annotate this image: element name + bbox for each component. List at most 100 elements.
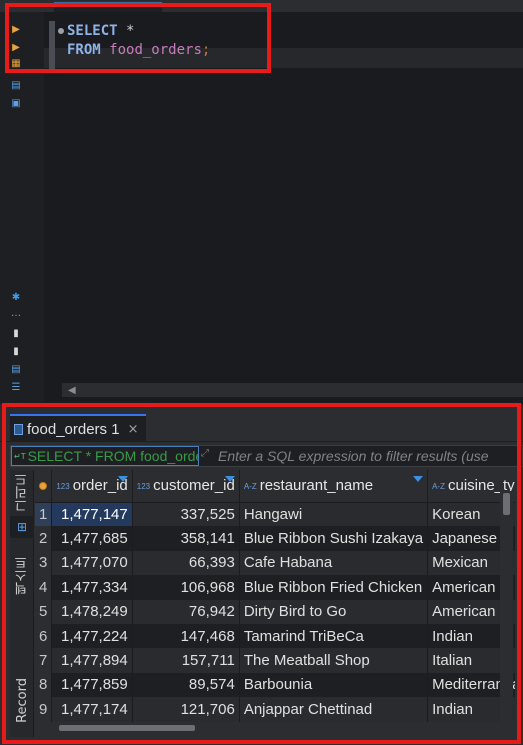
select-all-corner[interactable] bbox=[35, 470, 53, 503]
table-identifier: food_orders bbox=[109, 42, 202, 58]
row-number[interactable]: 4 bbox=[35, 575, 53, 600]
record-label: Record bbox=[14, 677, 30, 723]
cell-order-id[interactable]: 1,477,685 bbox=[51, 526, 133, 551]
table-row[interactable]: 5 1,478,249 76,942 Dirty Bird to Go Amer… bbox=[35, 599, 515, 624]
cell-customer-id[interactable]: 337,525 bbox=[132, 502, 240, 527]
horizontal-scroll-thumb[interactable] bbox=[59, 725, 195, 731]
cell-restaurant-name[interactable]: Barbounia bbox=[239, 672, 429, 698]
cell-customer-id[interactable]: 106,968 bbox=[132, 575, 240, 600]
grid-horizontal-scrollbar[interactable] bbox=[35, 722, 500, 734]
cell-customer-id[interactable]: 76,942 bbox=[132, 599, 240, 624]
tab-record-view[interactable]: Record bbox=[10, 670, 34, 730]
cell-customer-id[interactable]: 147,468 bbox=[132, 623, 240, 649]
grid-icon: ⊞ bbox=[16, 520, 28, 534]
expand-icon[interactable]: ⤢ bbox=[201, 448, 209, 459]
cell-restaurant-name[interactable]: Anjappar Chettinad bbox=[239, 697, 429, 722]
table-row[interactable]: 4 1,477,334 106,968 Blue Ribbon Fried Ch… bbox=[35, 575, 515, 600]
row-number[interactable]: 5 bbox=[35, 599, 53, 624]
editor-tab[interactable] bbox=[54, 2, 162, 12]
vertical-scroll-thumb[interactable] bbox=[503, 493, 510, 515]
table-row[interactable]: 7 1,477,894 157,711 The Meatball Shop It… bbox=[35, 648, 515, 673]
cell-restaurant-name[interactable]: Blue Ribbon Sushi Izakaya bbox=[239, 526, 429, 551]
from-keyword: FROM bbox=[67, 42, 101, 58]
filter-expression-input[interactable] bbox=[218, 446, 523, 466]
execute-script-icon[interactable]: ▦ bbox=[10, 58, 22, 70]
sort-arrow-icon[interactable] bbox=[413, 476, 424, 482]
filter-query-text: SELECT * FROM food_orders bbox=[27, 448, 199, 464]
editor-horizontal-scrollbar[interactable]: ◀ bbox=[62, 383, 523, 397]
execute-in-new-tab-icon[interactable]: ▶ bbox=[10, 42, 22, 54]
grid-vertical-scrollbar[interactable] bbox=[500, 491, 513, 722]
grid-view-icon-button[interactable]: ⊞ bbox=[10, 516, 34, 538]
row-number[interactable]: 1 bbox=[35, 502, 53, 527]
cell-customer-id[interactable]: 358,141 bbox=[132, 526, 240, 551]
cell-restaurant-name[interactable]: Blue Ribbon Fried Chicken bbox=[239, 575, 429, 600]
cell-customer-id[interactable]: 121,706 bbox=[132, 697, 240, 722]
cell-order-id[interactable]: 1,477,070 bbox=[51, 550, 133, 576]
table-row[interactable]: 8 1,477,859 89,574 Barbounia Mediterrane… bbox=[35, 672, 515, 698]
row-number[interactable]: 3 bbox=[35, 550, 53, 576]
console-icon[interactable]: ▣ bbox=[10, 98, 22, 110]
code-line-1[interactable]: SELECT * bbox=[67, 22, 134, 40]
sort-arrow-icon[interactable] bbox=[224, 476, 235, 482]
cell-restaurant-name[interactable]: Hangawi bbox=[239, 502, 429, 527]
cell-customer-id[interactable]: 89,574 bbox=[132, 672, 240, 698]
filter-history-dropdown[interactable]: ↵T SELECT * FROM food_orders bbox=[11, 446, 199, 466]
cell-customer-id[interactable]: 66,393 bbox=[132, 550, 240, 576]
close-icon[interactable]: × bbox=[128, 422, 139, 437]
table-row[interactable]: 1 1,477,147 337,525 Hangawi Korean bbox=[35, 502, 515, 527]
row-number[interactable]: 2 bbox=[35, 526, 53, 551]
more-icon[interactable]: … bbox=[10, 308, 22, 320]
table-row[interactable]: 9 1,477,174 121,706 Anjappar Chettinad I… bbox=[35, 697, 515, 722]
results-table: 123 order_id 123 customer_id A-Z restaurant… bbox=[35, 470, 515, 722]
format-sql-icon[interactable]: ▤ bbox=[10, 364, 22, 376]
select-star: * bbox=[117, 23, 135, 39]
results-grid[interactable]: 123 order_id 123 customer_id A-Z restaurant… bbox=[35, 470, 515, 722]
tab-food-orders-1[interactable]: food_orders 1 × bbox=[10, 414, 147, 442]
column-header-restaurant-name[interactable]: A-Z restaurant_name bbox=[239, 470, 429, 503]
scroll-left-arrow-icon[interactable]: ◀ bbox=[68, 385, 76, 396]
new-script-icon[interactable]: ▮ bbox=[10, 328, 22, 340]
row-number[interactable]: 8 bbox=[35, 672, 53, 698]
export-icon[interactable]: ▮ bbox=[10, 346, 22, 358]
tab-text-view[interactable]: 텍스트 bbox=[10, 544, 34, 606]
table-row[interactable]: 2 1,477,685 358,141 Blue Ribbon Sushi Iz… bbox=[35, 526, 515, 551]
statement-selection-marker bbox=[49, 21, 55, 69]
cell-restaurant-name[interactable]: Dirty Bird to Go bbox=[239, 599, 429, 624]
explain-plan-icon[interactable]: ▤ bbox=[10, 80, 22, 92]
cell-order-id[interactable]: 1,477,147 bbox=[51, 502, 133, 527]
column-header-customer-id[interactable]: 123 customer_id bbox=[132, 470, 240, 503]
row-number[interactable]: 6 bbox=[35, 623, 53, 649]
table-row[interactable]: 6 1,477,224 147,468 Tamarind TriBeCa Ind… bbox=[35, 623, 515, 649]
execute-statement-icon[interactable]: ▶ bbox=[10, 24, 22, 36]
cell-order-id[interactable]: 1,477,334 bbox=[51, 575, 133, 600]
numeric-type-icon: 123 bbox=[56, 481, 70, 491]
code-area[interactable] bbox=[44, 12, 523, 404]
table-icon bbox=[14, 423, 23, 435]
cell-order-id[interactable]: 1,478,249 bbox=[51, 599, 133, 624]
semicolon: ; bbox=[201, 42, 211, 58]
code-line-2[interactable]: FROM food_orders; bbox=[67, 41, 210, 59]
table-row[interactable]: 3 1,477,070 66,393 Cafe Habana Mexican bbox=[35, 550, 515, 576]
grid-label: 그리드 bbox=[14, 472, 30, 512]
cell-order-id[interactable]: 1,477,224 bbox=[51, 623, 133, 649]
cell-order-id[interactable]: 1,477,894 bbox=[51, 648, 133, 673]
cell-order-id[interactable]: 1,477,859 bbox=[51, 672, 133, 698]
fold-marker-icon[interactable] bbox=[58, 28, 64, 34]
cell-restaurant-name[interactable]: Cafe Habana bbox=[239, 550, 429, 576]
sql-editor[interactable]: ▶ ▶ ▦ ▤ ▣ ✱ … ▮ ▮ ▤ ☰ SELECT * FROM food… bbox=[0, 12, 523, 404]
cell-order-id[interactable]: 1,477,174 bbox=[51, 697, 133, 722]
cell-restaurant-name[interactable]: Tamarind TriBeCa bbox=[239, 623, 429, 649]
settings-gear-icon[interactable]: ✱ bbox=[10, 292, 22, 304]
outline-icon[interactable]: ☰ bbox=[10, 382, 22, 394]
text-type-icon: A-Z bbox=[243, 481, 257, 491]
row-number[interactable]: 7 bbox=[35, 648, 53, 673]
cell-restaurant-name[interactable]: The Meatball Shop bbox=[239, 648, 429, 673]
tab-label: food_orders 1 bbox=[27, 420, 120, 438]
row-number[interactable]: 9 bbox=[35, 697, 53, 722]
sort-arrow-icon[interactable] bbox=[117, 476, 128, 482]
column-header-order-id[interactable]: 123 order_id bbox=[51, 470, 133, 503]
tab-grid-view[interactable]: 그리드 bbox=[10, 472, 34, 512]
cell-customer-id[interactable]: 157,711 bbox=[132, 648, 240, 673]
header-row: 123 order_id 123 customer_id A-Z restaurant… bbox=[35, 470, 515, 503]
